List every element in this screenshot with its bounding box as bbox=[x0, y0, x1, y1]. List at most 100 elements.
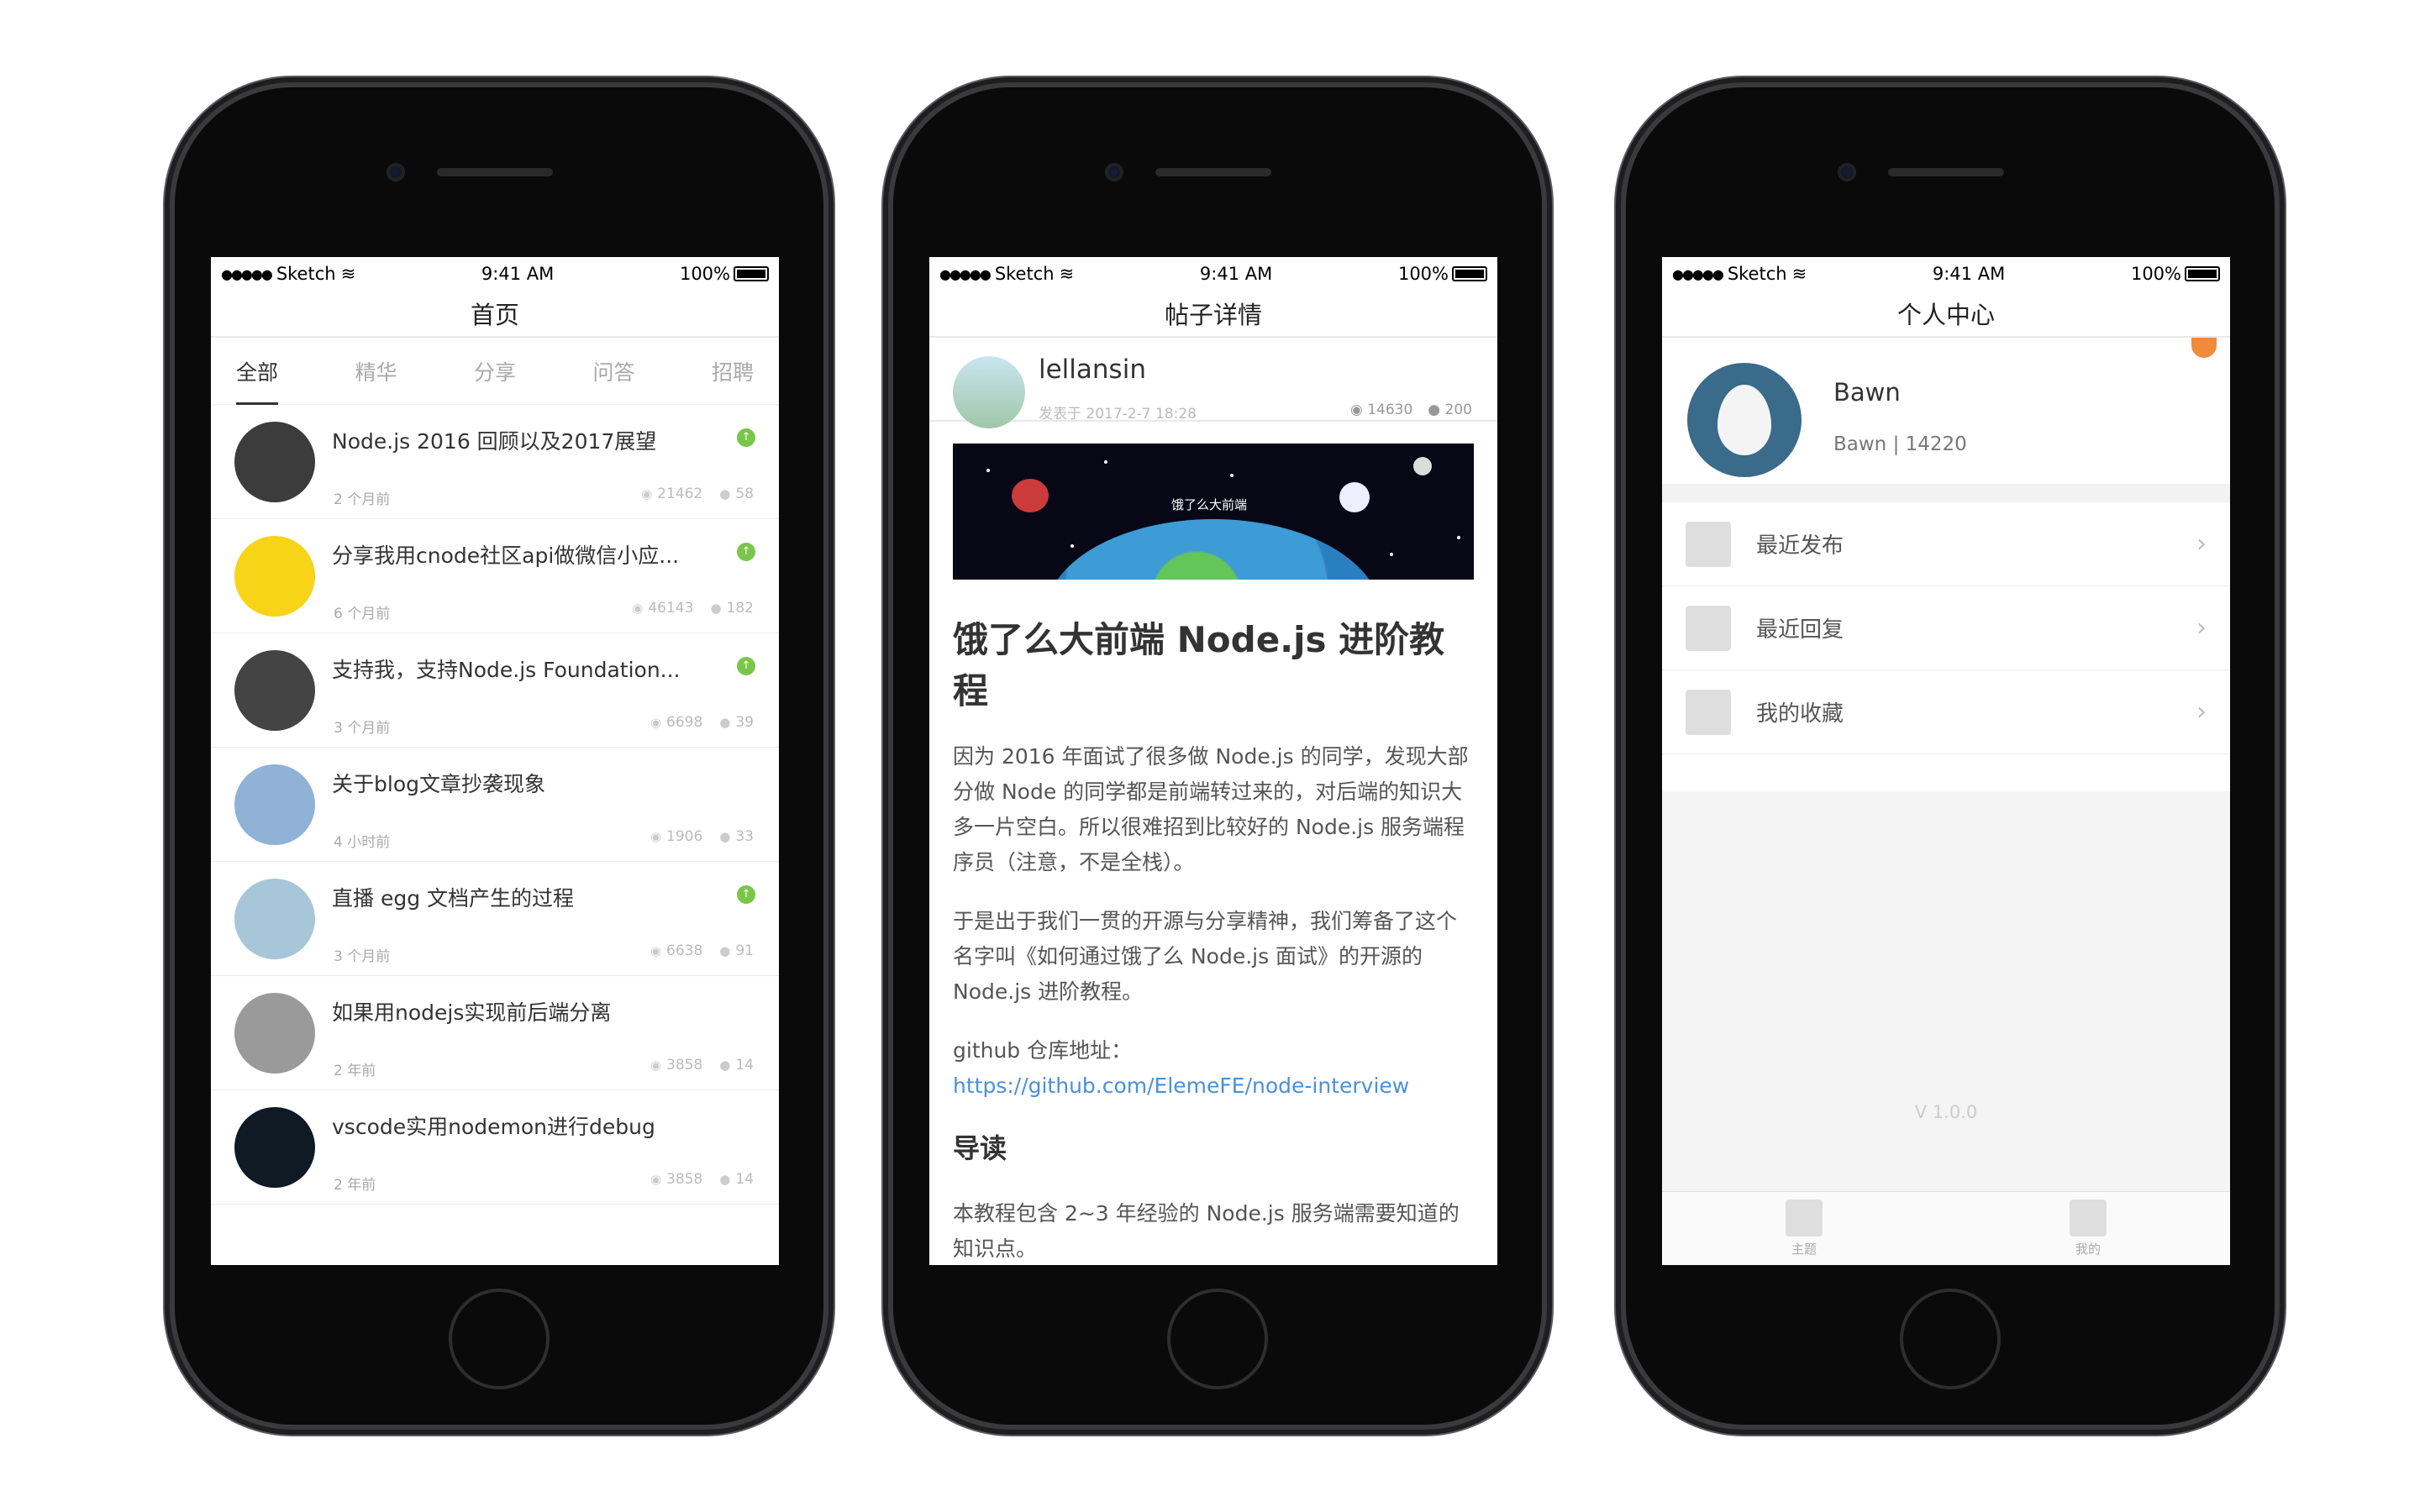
signal-icon: ●●●●● bbox=[1672, 265, 1724, 282]
view-count-value: 46143 bbox=[648, 600, 694, 617]
menu-favorites[interactable]: 我的收藏 › bbox=[1662, 670, 2230, 754]
earth-illustration bbox=[1045, 519, 1381, 580]
topic-author-avatar[interactable] bbox=[234, 764, 315, 845]
topic-author-avatar[interactable] bbox=[234, 993, 315, 1074]
eye-icon: ◉ bbox=[650, 1172, 661, 1187]
repo-link[interactable]: https://github.com/ElemeFE/node-intervie… bbox=[953, 1074, 1409, 1098]
topic-row[interactable]: Node.js 2016 回顾以及2017展望 2 个月前 ◉ 21462 ● 58 ↑ bbox=[211, 405, 779, 519]
reply-count-value: 33 bbox=[735, 828, 754, 845]
battery-percent: 100% bbox=[2130, 264, 2181, 284]
topic-row[interactable]: 支持我，支持Node.js Foundation... 3 个月前 ◉ 6698 ● 39… bbox=[211, 633, 779, 748]
tab-good[interactable]: 精华 bbox=[355, 338, 397, 405]
eye-icon: ◉ bbox=[650, 715, 661, 730]
profile-card[interactable]: Bawn Bawn | 14220 bbox=[1662, 338, 2230, 502]
reply-count: ● 14 bbox=[719, 1171, 754, 1188]
view-count: ◉ 1906 bbox=[650, 828, 702, 845]
topic-time: 2 个月前 bbox=[334, 491, 391, 508]
menu-label: 最近发布 bbox=[1756, 533, 1844, 559]
tabbar-topics[interactable]: 主题 bbox=[1754, 1192, 1854, 1265]
topic-stats: ◉ 6638 ● 91 bbox=[650, 942, 754, 959]
pinned-badge-icon: ↑ bbox=[737, 657, 755, 675]
chevron-right-icon: › bbox=[2196, 613, 2207, 643]
reply-count: ● 33 bbox=[719, 828, 754, 845]
status-time: 9:41 AM bbox=[1932, 264, 2006, 284]
empty-background bbox=[1662, 791, 2230, 1193]
star bbox=[1104, 460, 1107, 464]
author-avatar[interactable] bbox=[953, 356, 1025, 428]
tab-bar: 主题 我的 bbox=[1662, 1191, 2230, 1265]
moon-illustration bbox=[1413, 457, 1432, 475]
author-name[interactable]: lellansin bbox=[1039, 354, 1146, 385]
tab-share[interactable]: 分享 bbox=[474, 338, 516, 405]
topic-author-avatar[interactable] bbox=[234, 1107, 315, 1188]
article-paragraph: 于是出于我们一贯的开源与分享精神，我们筹备了这个名字叫《如何通过饿了么 Node… bbox=[953, 909, 1458, 1004]
reply-count: ● 182 bbox=[710, 600, 754, 617]
status-bar: ●●●●● Sketch ≋ 9:41 AM 100% bbox=[211, 257, 779, 291]
page-title: 首页 bbox=[211, 291, 779, 338]
status-bar: ●●●●● Sketch ≋ 9:41 AM 100% bbox=[1662, 257, 2230, 291]
me-icon bbox=[2070, 1200, 2107, 1236]
view-count-value: 6638 bbox=[666, 942, 703, 959]
eye-icon: ◉ bbox=[650, 829, 661, 844]
tabbar-label: 我的 bbox=[2075, 1242, 2101, 1257]
topic-title: Node.js 2016 回顾以及2017展望 bbox=[332, 429, 657, 454]
wifi-icon: ≋ bbox=[1059, 264, 1075, 284]
topic-time: 3 个月前 bbox=[334, 720, 391, 737]
topic-stats: ◉ 46143 ● 182 bbox=[632, 600, 754, 617]
wifi-icon: ≋ bbox=[340, 264, 356, 284]
topic-author-avatar[interactable] bbox=[234, 536, 315, 617]
user-name: Bawn bbox=[1833, 378, 1901, 407]
reply-count: ● 91 bbox=[719, 942, 754, 959]
topic-row[interactable]: 直播 egg 文档产生的过程 3 个月前 ◉ 6638 ● 91 ↑ bbox=[211, 862, 779, 976]
topic-author-avatar[interactable] bbox=[234, 422, 315, 502]
reply-count-value: 182 bbox=[726, 600, 754, 617]
home-button[interactable] bbox=[449, 1289, 550, 1389]
favorites-icon bbox=[1686, 689, 1731, 735]
star bbox=[1457, 536, 1460, 539]
topic-stats: ◉ 3858 ● 14 bbox=[650, 1057, 754, 1074]
home-button[interactable] bbox=[1167, 1289, 1268, 1389]
bookmark-flag-icon bbox=[2191, 338, 2217, 358]
topic-author-avatar[interactable] bbox=[234, 879, 315, 959]
topic-author-avatar[interactable] bbox=[234, 650, 315, 731]
signal-icon: ●●●●● bbox=[221, 265, 273, 282]
reply-count-value: 39 bbox=[735, 714, 754, 731]
comment-icon: ● bbox=[719, 715, 731, 730]
view-count-value: 14630 bbox=[1367, 402, 1413, 418]
tab-ask[interactable]: 问答 bbox=[592, 338, 634, 405]
topic-row[interactable]: 分享我用cnode社区api做微信小应... 6 个月前 ◉ 46143 ● 182 ↑ bbox=[211, 519, 779, 633]
status-time: 9:41 AM bbox=[481, 264, 555, 284]
topic-row[interactable]: 如果用nodejs实现前后端分离 2 年前 ◉ 3858 ● 14 bbox=[211, 976, 779, 1090]
battery-icon bbox=[1452, 266, 1487, 281]
astronaut-illustration bbox=[1339, 482, 1370, 512]
recent-posts-icon bbox=[1686, 521, 1731, 567]
view-count-value: 3858 bbox=[666, 1057, 703, 1074]
reply-count-value: 14 bbox=[735, 1171, 754, 1188]
topic-time: 6 个月前 bbox=[334, 606, 391, 622]
phone-detail: ●●●●● Sketch ≋ 9:41 AM 100% 帖子详情 lellansin… bbox=[893, 87, 1542, 1425]
topic-time: 2 年前 bbox=[334, 1177, 376, 1194]
pinned-badge-icon: ↑ bbox=[737, 428, 755, 447]
menu-recent-posts[interactable]: 最近发布 › bbox=[1662, 502, 2230, 586]
comment-icon: ● bbox=[719, 829, 731, 844]
app-version: V 1.0.0 bbox=[1914, 1102, 1978, 1122]
tab-all[interactable]: 全部 bbox=[236, 338, 279, 405]
user-avatar[interactable] bbox=[1687, 363, 1802, 477]
speaker-grille bbox=[1155, 168, 1271, 176]
front-camera bbox=[1838, 163, 1856, 181]
pinned-badge-icon: ↑ bbox=[737, 885, 755, 904]
comment-icon: ● bbox=[719, 1058, 731, 1073]
view-count: ◉ 6638 bbox=[650, 942, 702, 959]
post-stats: ◉ 14630 ● 200 bbox=[1350, 402, 1472, 418]
topic-time: 4 小时前 bbox=[334, 834, 391, 851]
topics-icon bbox=[1786, 1200, 1823, 1236]
menu-recent-replies[interactable]: 最近回复 › bbox=[1662, 586, 2230, 670]
battery-icon bbox=[734, 266, 769, 281]
tab-job[interactable]: 招聘 bbox=[712, 338, 754, 405]
home-button[interactable] bbox=[1900, 1289, 2001, 1389]
front-camera bbox=[1105, 163, 1123, 181]
topic-row[interactable]: vscode实用nodemon进行debug 2 年前 ◉ 3858 ● 14 bbox=[211, 1090, 779, 1205]
topic-row[interactable]: 关于blog文章抄袭现象 4 小时前 ◉ 1906 ● 33 bbox=[211, 748, 779, 862]
tabbar-me[interactable]: 我的 bbox=[2038, 1192, 2138, 1265]
view-count: ◉ 46143 bbox=[632, 600, 693, 617]
